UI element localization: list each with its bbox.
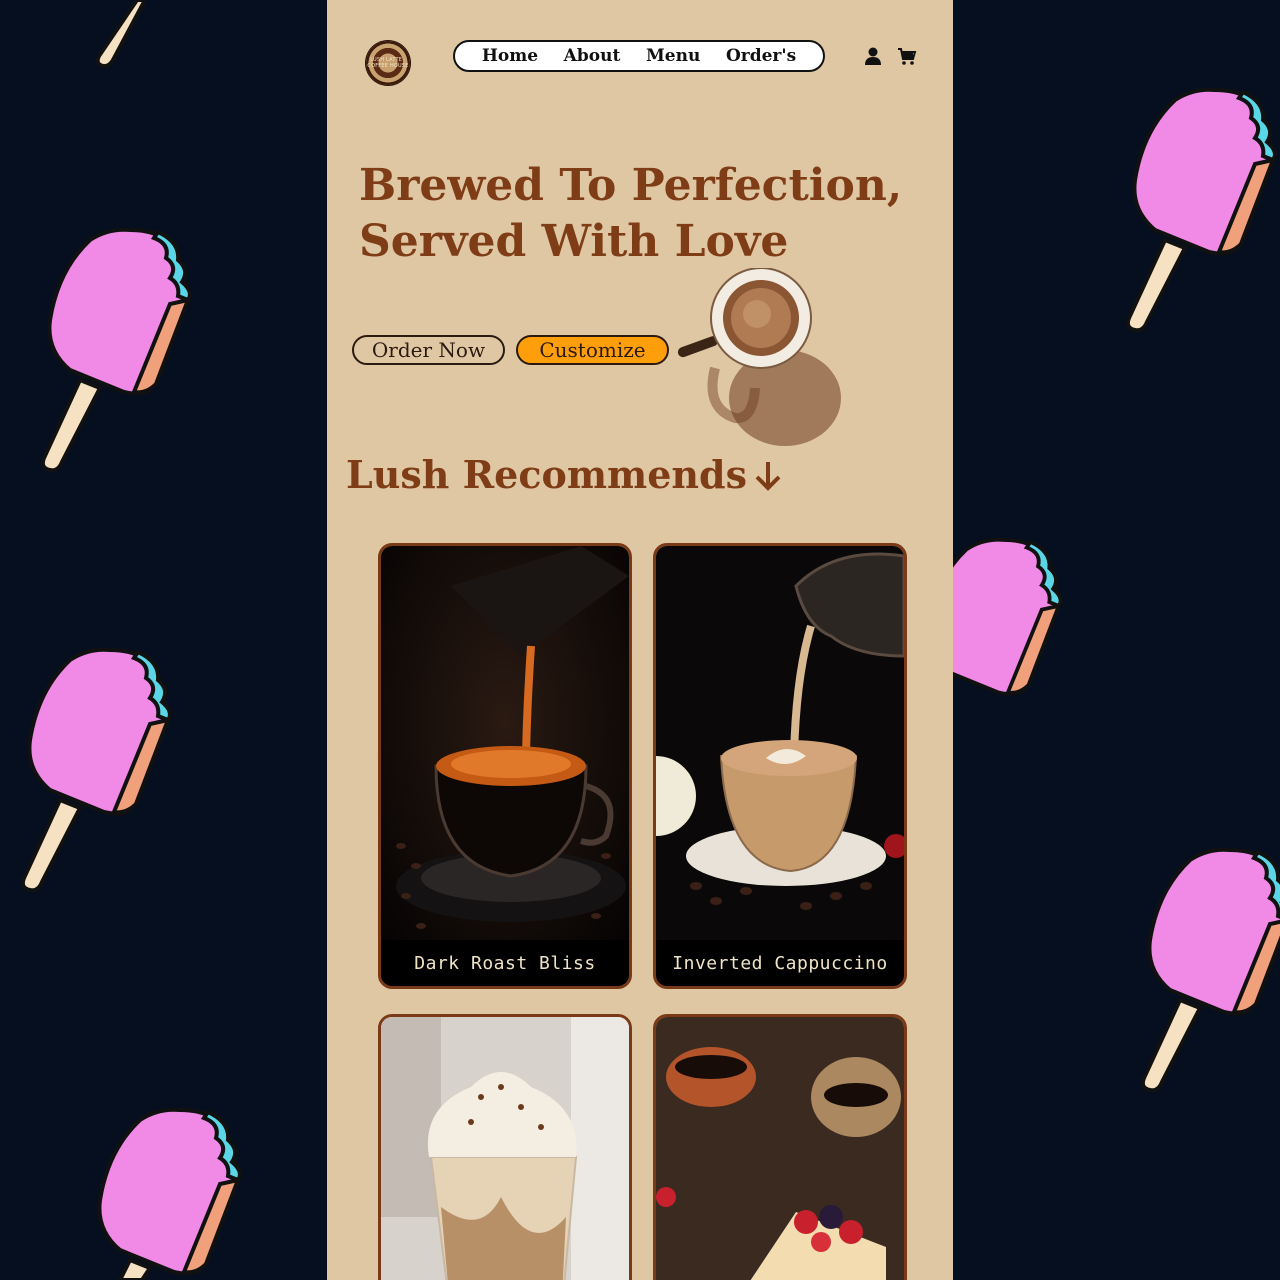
hero-title-line1: Brewed To Perfection, — [359, 160, 903, 211]
coffee-cup-illustration — [677, 268, 841, 446]
frappe-photo — [381, 1017, 629, 1280]
popsicle-decoration-icon — [1140, 847, 1280, 1093]
popsicle-decoration-icon — [95, 0, 145, 69]
recommends-title: Lush Recommends — [346, 452, 748, 497]
nav-menu[interactable]: Menu — [646, 46, 700, 66]
product-card-coffee-dessert[interactable] — [653, 1014, 907, 1280]
customize-button[interactable]: Customize — [516, 335, 669, 365]
popsicle-decoration-icon — [40, 227, 192, 473]
product-card-frappe[interactable] — [378, 1014, 632, 1280]
popsicle-decoration-icon — [1125, 87, 1277, 333]
arrow-down-icon — [755, 461, 781, 491]
nav-orders[interactable]: Order's — [726, 46, 796, 66]
cart-icon[interactable] — [897, 46, 917, 66]
nav-home[interactable]: Home — [482, 46, 538, 66]
product-card-dark-roast[interactable]: Dark Roast Bliss — [378, 543, 632, 989]
user-icon[interactable] — [863, 46, 883, 66]
product-card-inverted-cappuccino[interactable]: Inverted Cappuccino — [653, 543, 907, 989]
dark-roast-photo — [381, 546, 629, 986]
card-label: Inverted Cappuccino — [656, 940, 904, 986]
popsicle-decoration-icon — [20, 647, 172, 893]
hero-title-line2: Served With Love — [359, 216, 789, 267]
coffee-dessert-photo — [656, 1017, 904, 1280]
logo-text: LUSH LATTE · COFFEE HOUSE — [367, 57, 409, 69]
order-now-button[interactable]: Order Now — [352, 335, 505, 365]
cappuccino-photo — [656, 546, 904, 986]
brand-logo[interactable]: LUSH LATTE · COFFEE HOUSE — [366, 41, 410, 85]
coffee-site-page: LUSH LATTE · COFFEE HOUSE Home About Men… — [327, 0, 953, 1280]
main-navbar: Home About Menu Order's — [453, 40, 825, 72]
nav-about[interactable]: About — [564, 46, 621, 66]
popsicle-decoration-icon — [97, 1107, 242, 1280]
card-label: Dark Roast Bliss — [381, 940, 629, 986]
hero-title: Brewed To Perfection, Served With Love — [359, 158, 919, 270]
section-title-recommends: Lush Recommends — [346, 452, 783, 497]
